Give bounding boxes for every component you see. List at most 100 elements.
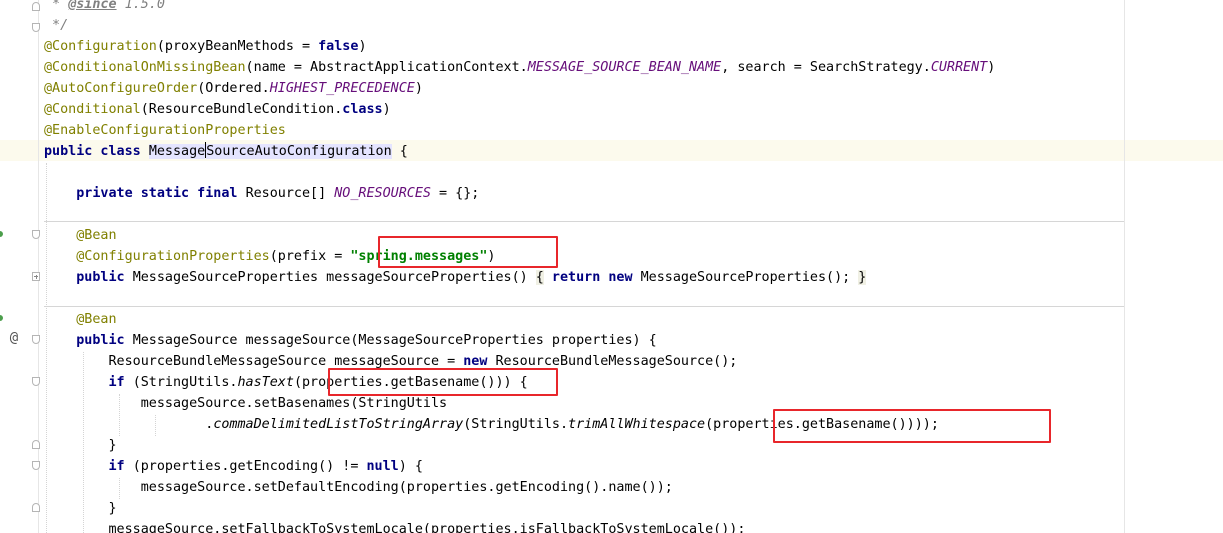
code-token: = {}; — [431, 186, 480, 201]
code-token: SourceAutoConfiguration — [206, 144, 392, 159]
code-token: Resource[] — [245, 186, 335, 201]
code-line[interactable] — [0, 162, 1223, 183]
code-token: . — [44, 417, 214, 432]
code-token: @Bean — [76, 228, 117, 243]
code-text: if (properties.getEncoding() != null) { — [44, 456, 423, 477]
code-token: MESSAGE_SOURCE_BEAN_NAME — [527, 60, 722, 75]
code-token: { — [535, 270, 544, 285]
code-token: if — [108, 375, 133, 390]
code-token: NO_RESOURCES — [334, 186, 431, 201]
code-line[interactable]: public MessageSourceProperties messageSo… — [0, 267, 1223, 288]
code-text: } — [44, 435, 117, 456]
code-editor[interactable]: @ * @since 1.5.0 */@Configuration(proxyB… — [0, 0, 1223, 533]
code-token: { — [391, 144, 408, 159]
code-line[interactable]: public class MessageSourceAutoConfigurat… — [0, 141, 1223, 162]
code-text: */ — [44, 15, 68, 36]
code-text: } — [44, 498, 117, 519]
code-token: CURRENT — [930, 60, 988, 75]
code-token: public — [76, 333, 133, 348]
code-text: private static final Resource[] NO_RESOU… — [44, 183, 479, 204]
code-line[interactable]: messageSource.setFallbackToSystemLocale(… — [0, 519, 1223, 533]
code-line[interactable]: @Configuration(proxyBeanMethods = false) — [0, 36, 1223, 57]
code-token: Message — [148, 144, 206, 159]
code-token: ) — [987, 60, 996, 75]
code-token: messageSource.setDefaultEncoding(propert… — [44, 480, 673, 495]
code-token: (StringUtils. — [463, 417, 569, 432]
code-token: @ConditionalOnMissingBean — [44, 60, 246, 75]
code-token: * — [44, 0, 69, 12]
code-token: @Configuration — [44, 39, 157, 54]
code-line[interactable]: */ — [0, 15, 1223, 36]
code-token: ) — [382, 102, 391, 117]
code-token: MessageSourceProperties(); — [640, 270, 859, 285]
code-text: * @since 1.5.0 — [44, 0, 165, 15]
code-text: @ConditionalOnMissingBean(name = Abstrac… — [44, 57, 995, 78]
code-line[interactable]: if (properties.getEncoding() != null) { — [0, 456, 1223, 477]
code-line[interactable]: if (StringUtils.hasText(properties.getBa… — [0, 372, 1223, 393]
code-token: (properties.getEncoding() != — [132, 459, 367, 474]
code-token: (prefix = — [269, 249, 351, 264]
code-token: 1.5.0 — [116, 0, 165, 12]
code-token: @since — [68, 0, 117, 12]
code-token: (proxyBeanMethods = — [156, 39, 319, 54]
code-line[interactable]: @EnableConfigurationProperties — [0, 120, 1223, 141]
code-token: @ConfigurationProperties — [76, 249, 270, 264]
code-text: @Bean — [44, 309, 117, 330]
code-token: messageSource.setBasenames(StringUtils — [44, 396, 448, 411]
code-token: } — [44, 501, 117, 516]
code-token: ) { — [398, 459, 423, 474]
code-token: null — [366, 459, 399, 474]
code-text: @AutoConfigureOrder(Ordered.HIGHEST_PREC… — [44, 78, 423, 99]
code-line[interactable]: ResourceBundleMessageSource messageSourc… — [0, 351, 1223, 372]
code-text: messageSource.setBasenames(StringUtils — [44, 393, 447, 414]
code-text: public MessageSource messageSource(Messa… — [44, 330, 657, 351]
code-line[interactable]: messageSource.setDefaultEncoding(propert… — [0, 477, 1223, 498]
code-text: public class MessageSourceAutoConfigurat… — [44, 141, 408, 162]
code-token: ResourceBundleMessageSource messageSourc… — [44, 354, 464, 369]
code-line[interactable]: @Conditional(ResourceBundleCondition.cla… — [0, 99, 1223, 120]
code-line[interactable]: } — [0, 498, 1223, 519]
code-line[interactable]: @Bean — [0, 309, 1223, 330]
code-line[interactable]: @Bean — [0, 225, 1223, 246]
code-token: ) — [358, 39, 367, 54]
code-token: MessageSource messageSource(MessageSourc… — [132, 333, 657, 348]
code-token: , search = SearchStrategy. — [721, 60, 931, 75]
code-text: messageSource.setDefaultEncoding(propert… — [44, 477, 673, 498]
code-line[interactable] — [0, 288, 1223, 309]
code-token: } — [44, 438, 117, 453]
code-token: return new — [551, 270, 641, 285]
code-token: hasText — [237, 375, 294, 390]
code-line[interactable]: @ConfigurationProperties(prefix = "sprin… — [0, 246, 1223, 267]
code-token: HIGHEST_PRECEDENCE — [269, 81, 415, 96]
code-text: messageSource.setFallbackToSystemLocale(… — [44, 519, 745, 533]
code-line[interactable]: private static final Resource[] NO_RESOU… — [0, 183, 1223, 204]
code-token: } — [858, 270, 867, 285]
code-token: MessageSourceProperties messageSourcePro… — [132, 270, 536, 285]
code-text: @Bean — [44, 225, 117, 246]
code-line[interactable]: public MessageSource messageSource(Messa… — [0, 330, 1223, 351]
code-token: trimAllWhitespace — [568, 417, 706, 432]
code-text: @EnableConfigurationProperties — [44, 120, 286, 141]
code-token: (ResourceBundleCondition. — [140, 102, 343, 117]
code-line[interactable]: @ConditionalOnMissingBean(name = Abstrac… — [0, 57, 1223, 78]
code-text: public MessageSourceProperties messageSo… — [44, 267, 867, 288]
code-token: */ — [44, 18, 69, 33]
highlight-box-basename — [328, 368, 558, 396]
code-token: @EnableConfigurationProperties — [44, 123, 286, 138]
code-token: false — [318, 39, 359, 54]
code-token: @AutoConfigureOrder — [44, 81, 198, 96]
code-token: (StringUtils. — [132, 375, 238, 390]
code-token: (name = AbstractApplicationContext. — [245, 60, 528, 75]
code-line[interactable] — [0, 204, 1223, 225]
highlight-box-trim-basename — [773, 409, 1051, 443]
code-line[interactable]: * @since 1.5.0 — [0, 0, 1223, 15]
code-token: @Bean — [76, 312, 117, 327]
code-line[interactable]: @AutoConfigureOrder(Ordered.HIGHEST_PREC… — [0, 78, 1223, 99]
